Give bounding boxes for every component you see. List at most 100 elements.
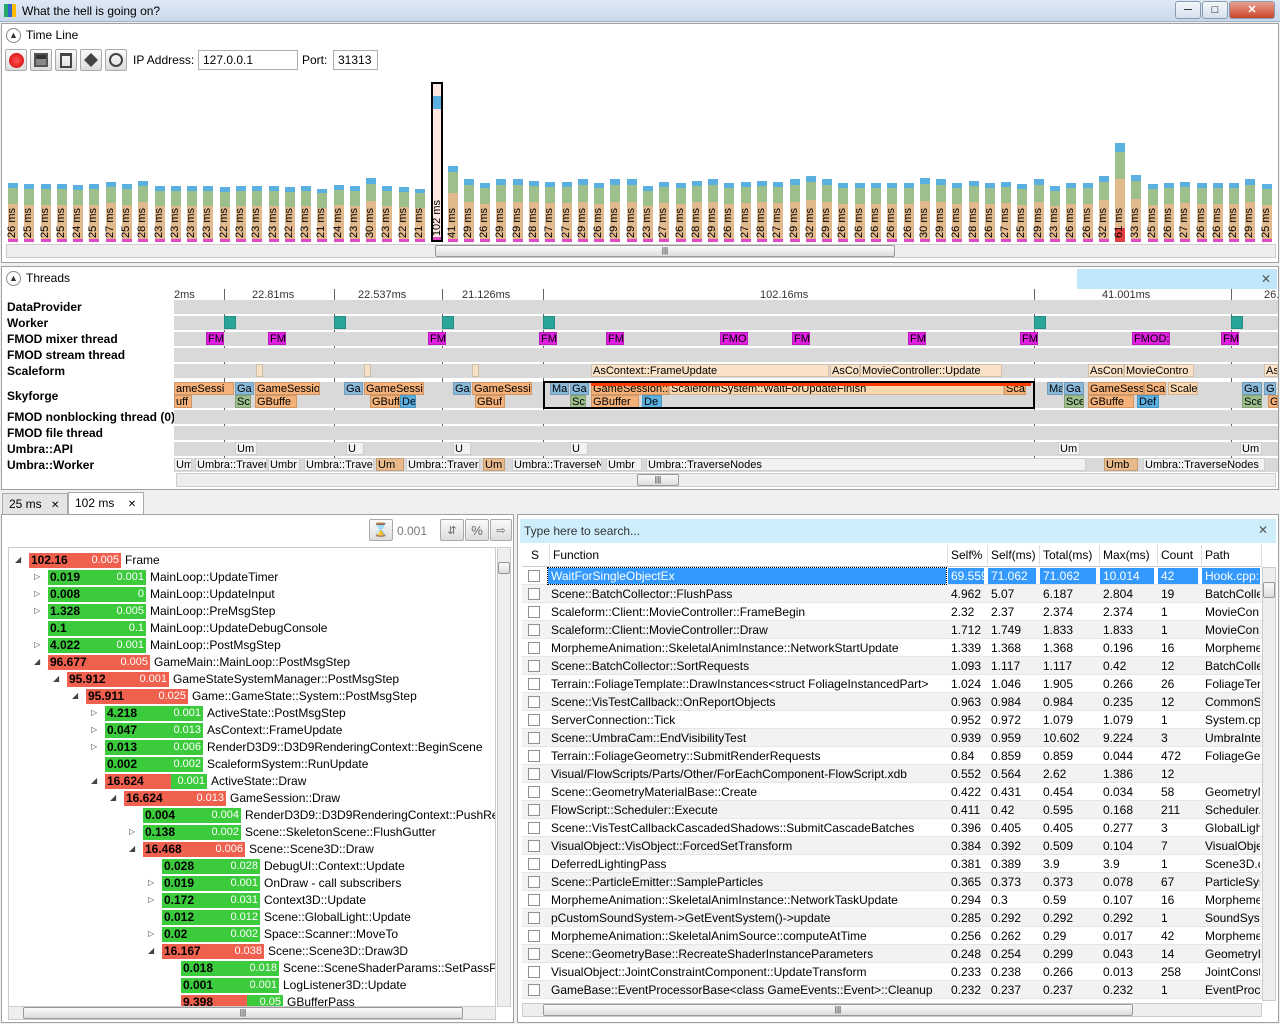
frame-bar[interactable]: 23 ms: [1048, 182, 1061, 242]
tree-row[interactable]: 0.028 0.028 DebugUI::Context::Update: [9, 858, 495, 875]
tree-row[interactable]: ▷ 1.328 0.005 MainLoop::PreMsgStep: [9, 603, 495, 620]
frame-bar[interactable]: 29 ms: [511, 174, 523, 242]
umbra-worker-block[interactable]: Umbra::TraverseN: [512, 458, 602, 471]
frame-bar[interactable]: 23 ms: [185, 182, 198, 242]
expand-icon[interactable]: ▷: [34, 572, 40, 581]
row-checkbox[interactable]: [528, 570, 540, 582]
tree-row[interactable]: ▷ 0.013 0.006 RenderD3D9::D3D9RenderingCont…: [9, 739, 495, 756]
umbra-worker-block[interactable]: Umbr: [268, 458, 300, 471]
umbra-api-block[interactable]: Um: [235, 442, 257, 455]
thread-row[interactable]: DataProvider: [4, 299, 1280, 315]
scaleform-block[interactable]: [472, 364, 479, 377]
expand-icon[interactable]: ◢: [72, 691, 78, 700]
fmod-block[interactable]: FM: [1020, 332, 1038, 345]
tree-row[interactable]: ◢ 102.16 0.005 Frame: [9, 552, 495, 569]
tree-row[interactable]: ▷ 0.019 0.001 MainLoop::UpdateTimer: [9, 569, 495, 586]
timeline-scroll-thumb[interactable]: |||: [435, 245, 895, 257]
grid-row[interactable]: MorphemeAnimation::SkeletalAnimSource::c…: [522, 927, 1262, 945]
umbra-worker-block[interactable]: Umbra::Traver: [304, 458, 374, 471]
skyforge-block[interactable]: GBuf: [475, 395, 505, 408]
expand-icon[interactable]: ▷: [34, 589, 40, 598]
ip-address-input[interactable]: 127.0.0.1: [198, 50, 298, 70]
threads-scroll-thumb[interactable]: |||: [637, 474, 679, 486]
grid-hscroll-thumb[interactable]: |||: [543, 1004, 1133, 1016]
frame-bar[interactable]: 29 ms: [1243, 174, 1256, 242]
frame-bar[interactable]: 26 ms: [1195, 178, 1207, 242]
frame-bar[interactable]: 41 ms: [446, 159, 458, 242]
column-header-selfms[interactable]: Self(ms): [988, 545, 1040, 565]
worker-block[interactable]: [224, 316, 236, 329]
frame-bar[interactable]: 25 ms: [87, 180, 100, 242]
tree-row[interactable]: ◢ 16.167 0.038 Scene::Scene3D::Draw3D: [9, 943, 495, 960]
minimize-button[interactable]: ─: [1175, 1, 1201, 19]
frame-bar[interactable]: 26 ms: [869, 178, 881, 242]
grid-row[interactable]: FlowScript::Scheduler::Execute 0.411 0.42 0…: [522, 801, 1262, 819]
threads-scrollbar[interactable]: |||: [176, 473, 1276, 487]
grid-row[interactable]: Scaleform::Client::MovieController::Draw…: [522, 621, 1262, 639]
skyforge-block[interactable]: Ga: [1264, 382, 1276, 395]
frame-bar[interactable]: 23 ms: [380, 182, 393, 242]
frame-bar[interactable]: 27 ms: [543, 177, 556, 242]
frame-bar[interactable]: 26 ms: [853, 178, 865, 242]
umbra-api-block[interactable]: U: [453, 442, 471, 455]
frame-bar[interactable]: 26 ms: [836, 178, 849, 242]
close-tab-icon[interactable]: ✕: [128, 499, 136, 510]
grid-row[interactable]: Scene::GeometryBase::RecreateShaderInsta…: [522, 945, 1262, 963]
frame-bar[interactable]: 27 ms: [1178, 177, 1191, 242]
column-header-self[interactable]: Self%: [948, 545, 988, 565]
expand-icon[interactable]: ▷: [91, 742, 97, 751]
grid-vscrollbar[interactable]: [1262, 567, 1276, 1001]
grid-row[interactable]: Scene::GeometryMaterialBase::Create 0.422…: [522, 783, 1262, 801]
umbra-worker-block[interactable]: Umbra::Travers: [406, 458, 480, 471]
search-input[interactable]: Type here to search...: [524, 524, 640, 538]
row-checkbox[interactable]: [528, 948, 540, 960]
sort-button[interactable]: ⇵: [440, 519, 464, 541]
skyforge-block[interactable]: uff: [174, 395, 192, 408]
grid-row[interactable]: WaitForSingleObjectEx69.55971.06271.0621…: [522, 567, 1262, 585]
frame-bar[interactable]: 102 ms: [431, 82, 444, 242]
frame-bar[interactable]: 27 ms: [104, 177, 116, 242]
scaleform-block[interactable]: [364, 364, 371, 377]
umbra-api-block[interactable]: U: [346, 442, 364, 455]
row-checkbox[interactable]: [528, 966, 540, 978]
thread-lane[interactable]: FM FM FM FM FM FMO FM FM FM FMOD: FM: [174, 332, 1278, 346]
skyforge-block[interactable]: GBuffe: [255, 395, 297, 408]
frame-bar[interactable]: 24 ms: [332, 181, 344, 242]
column-header-s[interactable]: S: [528, 545, 550, 565]
tree-row[interactable]: 0.002 0.002 ScaleformSystem::RunUpdate: [9, 756, 495, 773]
tree-row[interactable]: 0.012 0.012 Scene::GlobalLight::Update: [9, 909, 495, 926]
frame-bar[interactable]: 30 ms: [364, 173, 377, 242]
frame-bar[interactable]: 29 ms: [494, 174, 507, 242]
frame-chart[interactable]: 26 ms 25 ms 25 ms 25 ms 24 ms 25 ms 27 ms 25 ms…: [6, 76, 1276, 242]
scaleform-block[interactable]: As: [1264, 364, 1278, 377]
tree-hscroll-thumb[interactable]: |||: [23, 1007, 463, 1019]
thread-row[interactable]: Scaleform AsContext::FrameUpdate AsCo Movie…: [4, 363, 1280, 379]
row-checkbox[interactable]: [528, 876, 540, 888]
column-header-totalms[interactable]: Total(ms): [1040, 545, 1100, 565]
thread-row[interactable]: FMOD mixer thread FM FM FM FM FM FMO FM FM FM FMOD…: [4, 331, 1280, 347]
frame-bar[interactable]: 28 ms: [755, 176, 767, 242]
frame-bar[interactable]: 26 ms: [1162, 178, 1175, 242]
skyforge-block[interactable]: GameSessi: [364, 382, 424, 395]
row-checkbox[interactable]: [528, 732, 540, 744]
skyforge-block[interactable]: Ga: [344, 382, 363, 395]
frame-bar[interactable]: 22 ms: [283, 183, 295, 242]
expand-icon[interactable]: ▷: [91, 708, 97, 717]
tree-row[interactable]: ▷ 0.172 0.031 Context3D::Update: [9, 892, 495, 909]
row-checkbox[interactable]: [528, 660, 540, 672]
expand-icon[interactable]: ▷: [34, 640, 40, 649]
frame-bar[interactable]: 27 ms: [771, 177, 784, 242]
worker-block[interactable]: [1231, 316, 1243, 329]
frame-bar[interactable]: 26 ms: [983, 178, 995, 242]
tree-row[interactable]: ▷ 0.047 0.013 AsContext::FrameUpdate: [9, 722, 495, 739]
percent-button[interactable]: %: [465, 519, 489, 541]
skyforge-block[interactable]: Ga: [453, 382, 471, 395]
row-checkbox[interactable]: [528, 912, 540, 924]
tab-25ms[interactable]: 25 ms ✕: [2, 493, 68, 515]
tree-row[interactable]: ▷ 0.008 0 MainLoop::UpdateInput: [9, 586, 495, 603]
row-checkbox[interactable]: [528, 714, 540, 726]
frame-bar[interactable]: 26 ms: [722, 178, 735, 242]
worker-block[interactable]: [1034, 316, 1046, 329]
close-search-icon[interactable]: ✕: [1258, 523, 1268, 537]
skyforge-block[interactable]: GameSessio: [255, 382, 320, 395]
